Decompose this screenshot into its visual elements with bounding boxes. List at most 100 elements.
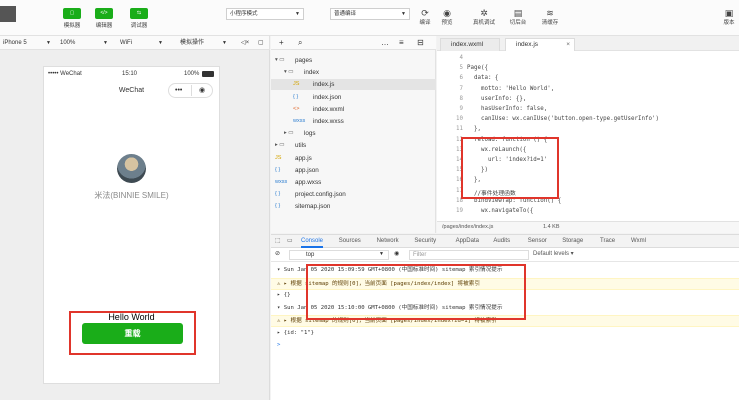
line-number: 10 — [456, 116, 463, 123]
log-levels-select[interactable]: Default levels ▾ — [533, 248, 574, 261]
compile-mode-value: 小程序模式 — [230, 11, 258, 17]
folder-icon: ▾ ▭ — [284, 69, 294, 76]
editor-tabs: index.wxml index.js × — [437, 36, 739, 51]
line-number: 4 — [459, 55, 464, 61]
remote-debug-label: 真机调试 — [472, 20, 495, 26]
editor-toggle-button[interactable]: </> 编辑器 — [84, 4, 124, 34]
avatar — [117, 154, 146, 183]
compile-target-value: 普通编译 — [334, 11, 357, 17]
tree-item-label: index.json — [313, 93, 342, 101]
tab-index-wxml[interactable]: index.wxml — [440, 38, 500, 51]
tab-sensor[interactable]: Sensor — [528, 235, 547, 248]
file-icon: <> — [293, 105, 300, 112]
bug-icon: ✲ — [480, 8, 488, 18]
user-avatar-small[interactable] — [0, 6, 16, 22]
file-size: 1.4 KB — [543, 224, 560, 230]
tree-item-utils[interactable]: ▸ ▭ utils — [271, 140, 436, 151]
editor-status-bar: /pages/index/index.js 1.4 KB — [437, 221, 739, 233]
tab-storage[interactable]: Storage — [562, 235, 583, 248]
tab-audits[interactable]: Audits — [493, 235, 510, 248]
simulate-action-select[interactable]: 模拟操作 — [180, 36, 204, 50]
zoom-select[interactable]: 100% — [60, 36, 75, 50]
code-line: wx.navigateTo({ — [467, 208, 534, 214]
tree-item-pages[interactable]: ▾ ▭ pages — [271, 55, 436, 66]
console-filter-input[interactable]: Filter — [409, 250, 529, 260]
editor-label: 编辑器 — [95, 23, 113, 29]
code-line: hasUserInfo: false, — [467, 106, 548, 112]
sort-icon[interactable]: ≡ — [399, 36, 404, 49]
tab-index-js[interactable]: index.js × — [505, 38, 575, 51]
close-icon[interactable]: × — [566, 39, 570, 51]
inspect-icon[interactable]: ⬚ — [275, 235, 281, 248]
mute-icon[interactable]: ◁× — [241, 36, 249, 50]
tab-console[interactable]: Console — [301, 235, 324, 248]
file-tree: ▾ ▭ pages ▾ ▭ index JS index.js{ } index.json <… — [271, 50, 436, 233]
reload-button[interactable]: 重载 — [82, 323, 183, 344]
close-icon[interactable]: ◉ — [199, 84, 205, 97]
devtools-tabs: ⬚ ▭ Console Sources Network Security AppData… — [271, 234, 739, 248]
main-toolbar: ▢ 模拟器 </> 编辑器 ⇆ 调试器 小程序模式 ▼ 普通编译 ▼ ⟳ 编译 … — [0, 0, 739, 36]
tree-item-app-json[interactable]: { } app.json — [271, 165, 436, 176]
more-icon[interactable]: … — [381, 36, 389, 49]
tab-security[interactable]: Security — [414, 235, 436, 248]
tree-item-index-json[interactable]: { } index.json — [271, 92, 436, 103]
device-icon[interactable]: ▭ — [287, 235, 293, 248]
clear-console-icon[interactable]: ⊘ — [275, 248, 280, 261]
line-number: 17 — [456, 187, 463, 194]
file-tree-toolbar: + ⌕ … ≡ ⊟ — [271, 36, 436, 50]
tree-item-project-config-json[interactable]: { } project.config.json — [271, 189, 436, 200]
preview-button[interactable]: ◉ 预览 — [434, 8, 460, 26]
tab-wxml[interactable]: Wxml — [631, 235, 646, 248]
file-icon: { } — [275, 191, 281, 198]
switch-icon: ▤ — [513, 8, 523, 18]
tree-item-index[interactable]: ▾ ▭ index — [271, 67, 436, 78]
line-number: 7 — [459, 85, 464, 92]
collapse-icon[interactable]: ⊟ — [417, 36, 424, 49]
tab-network[interactable]: Network — [377, 235, 399, 248]
tab-appdata[interactable]: AppData — [456, 235, 479, 248]
phone-screen: ••••• WeChat 15:10 100% WeChat ••• ◉ 米法(… — [43, 66, 220, 384]
tab-trace[interactable]: Trace — [600, 235, 615, 248]
tree-item-index-js[interactable]: JS index.js — [271, 79, 436, 91]
tree-item-app-js[interactable]: JS app.js — [271, 153, 436, 164]
more-icon[interactable]: ••• — [175, 84, 182, 97]
add-icon[interactable]: + — [279, 36, 284, 49]
user-nickname: 米法(BINNIE SMILE) — [94, 191, 169, 200]
highlight-box-reload-code — [461, 137, 559, 199]
tab-sources[interactable]: Sources — [339, 235, 361, 248]
battery-icon — [202, 71, 214, 77]
chevron-down-icon: ▼ — [295, 11, 300, 17]
tree-item-app-wxss[interactable]: wxss app.wxss — [271, 177, 436, 188]
version-button[interactable]: ▣ 版本 — [719, 8, 739, 26]
file-icon: { } — [275, 203, 281, 210]
line-number: 6 — [459, 75, 464, 82]
compile-mode-select[interactable]: 小程序模式 ▼ — [226, 8, 304, 20]
detach-icon[interactable]: ▢ — [258, 36, 264, 50]
compile-target-select[interactable]: 普通编译 ▼ — [330, 8, 410, 20]
tree-item-index-wxss[interactable]: wxss index.wxss — [271, 116, 436, 127]
carrier-label: ••••• WeChat — [48, 71, 82, 77]
line-number: 8 — [459, 95, 464, 102]
clear-cache-button[interactable]: ≋ 清缓存 — [537, 8, 563, 26]
network-select[interactable]: WiFi — [120, 36, 132, 50]
hello-text: Hello World — [108, 312, 155, 322]
simulator-label: 模拟器 — [63, 23, 81, 29]
tab-label: index.js — [516, 41, 539, 48]
debugger-toggle-button[interactable]: ⇆ 调试器 — [119, 4, 159, 34]
tree-item-sitemap-json[interactable]: { } sitemap.json — [271, 201, 436, 212]
device-select[interactable]: iPhone 5 — [3, 36, 27, 50]
code-line: }, — [467, 126, 481, 133]
simulator-icon: ▢ — [63, 8, 81, 19]
context-select[interactable]: top — [289, 250, 389, 260]
remote-debug-button[interactable]: ✲ 真机调试 — [469, 8, 499, 26]
tree-item-index-wxml[interactable]: <> index.wxml — [271, 104, 436, 115]
eye-icon: ◉ — [443, 8, 451, 18]
line-number: 16 — [456, 177, 463, 184]
tree-item-logs[interactable]: ▸ ▭ logs — [271, 128, 436, 139]
search-icon[interactable]: ⌕ — [298, 36, 302, 49]
chevron-down-icon: ▼ — [379, 251, 384, 257]
line-number: 13 — [456, 146, 463, 153]
console-prompt[interactable]: > — [271, 340, 739, 350]
eye-icon[interactable]: ◉ — [394, 248, 399, 261]
background-switch-button[interactable]: ▤ 切后台 — [505, 8, 531, 26]
